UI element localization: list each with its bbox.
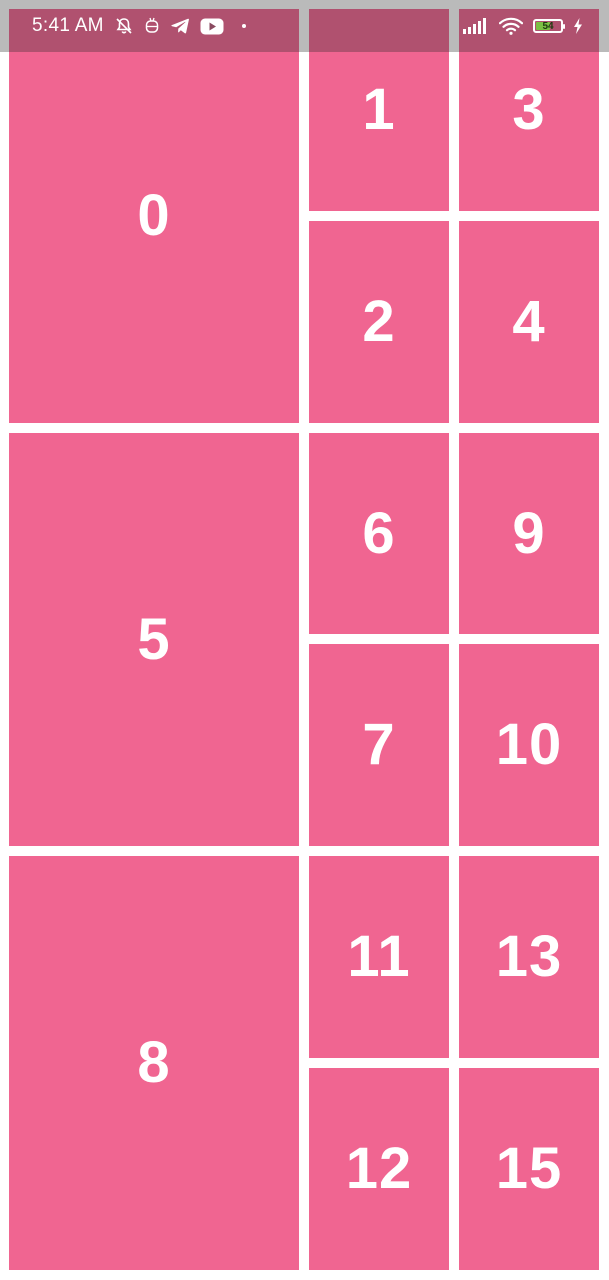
tile-label: 12 xyxy=(345,1136,413,1201)
status-bar: 5:41 AM 54 xyxy=(0,0,609,52)
tile-label: 4 xyxy=(512,289,546,354)
grid-tile[interactable]: 13 xyxy=(459,856,599,1058)
grid-tile[interactable]: 8 xyxy=(9,856,299,1270)
grid-tile[interactable]: 12 xyxy=(309,1068,449,1270)
tile-label: 1 xyxy=(362,77,396,142)
tile-label: 5 xyxy=(137,606,171,672)
grid-tile[interactable]: 7 xyxy=(309,644,449,846)
status-bar-left: 5:41 AM xyxy=(32,15,246,37)
charging-icon xyxy=(573,18,583,34)
tile-label: 0 xyxy=(137,183,171,248)
tile-label: 7 xyxy=(362,712,396,777)
youtube-icon xyxy=(200,18,224,35)
tile-label: 13 xyxy=(495,924,563,989)
grid-tile[interactable]: 4 xyxy=(459,221,599,423)
tile-label: 6 xyxy=(362,500,396,566)
tile-label: 9 xyxy=(512,500,546,566)
tile-label: 2 xyxy=(362,289,396,354)
grid-tile[interactable]: 15 xyxy=(459,1068,599,1270)
grid-tile[interactable]: 6 xyxy=(309,433,449,634)
tile-label: 8 xyxy=(137,1030,171,1095)
grid-tile[interactable]: 0 xyxy=(9,9,299,423)
tile-label: 3 xyxy=(512,77,546,142)
wifi-icon xyxy=(499,17,523,35)
staggered-grid-screen: 5:41 AM 54 0 1 2 3 4 5 6 7 9 10 8 11 12 … xyxy=(0,0,609,1280)
status-bar-right: 54 xyxy=(463,17,583,35)
bot-icon xyxy=(144,17,160,35)
muted-bell-icon xyxy=(114,16,134,36)
grid-tile[interactable]: 10 xyxy=(459,644,599,846)
status-time: 5:41 AM xyxy=(32,15,104,36)
telegram-icon xyxy=(170,17,190,35)
signal-icon xyxy=(463,18,489,34)
grid-tile[interactable]: 2 xyxy=(309,221,449,423)
battery-level: 54 xyxy=(542,20,554,32)
dot-icon xyxy=(241,24,246,28)
tile-label: 11 xyxy=(347,924,411,989)
battery-icon: 54 xyxy=(533,19,565,33)
grid-tile[interactable]: 11 xyxy=(309,856,449,1058)
grid-tile[interactable]: 9 xyxy=(459,433,599,634)
grid-tile[interactable]: 5 xyxy=(9,433,299,846)
tile-label: 15 xyxy=(495,1136,563,1201)
tile-label: 10 xyxy=(495,712,563,777)
